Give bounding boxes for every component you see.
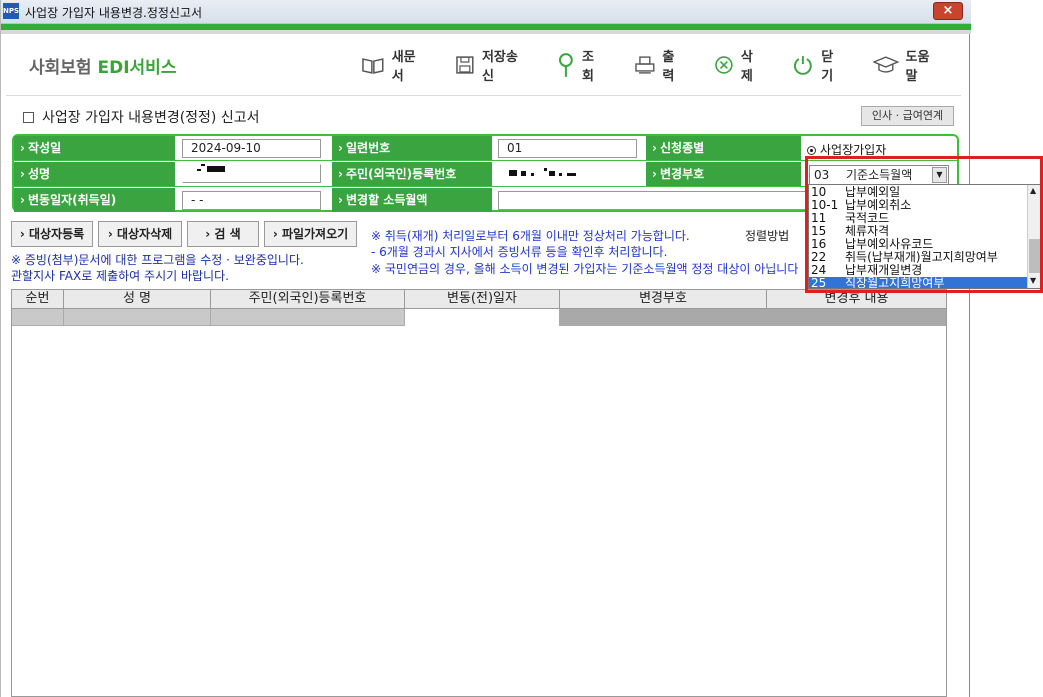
delete-button[interactable]: 삭제 <box>714 50 764 84</box>
redacted-mark <box>531 173 534 176</box>
label-resident-id: 주민(외국인)등록번호 <box>332 162 492 186</box>
redacted-mark <box>559 173 562 176</box>
register-subject-button[interactable]: 대상자등록 <box>11 221 93 247</box>
printer-icon <box>634 56 655 74</box>
window-close-button[interactable]: × <box>933 2 963 20</box>
notice-right-line1: ※ 취득(재개) 처리일로부터 6개월 이내만 정상처리 가능합니다. <box>371 229 690 243</box>
power-icon <box>794 56 813 75</box>
table-cell[interactable] <box>12 309 64 326</box>
table-cell[interactable] <box>211 309 405 326</box>
table-cell[interactable] <box>560 309 946 326</box>
redacted-mark <box>549 171 555 176</box>
redacted-mark <box>567 173 576 176</box>
application-window: NPS 사업장 가입자 내용변경.정정신고서 × 사회보험 EDI서비스 새문서… <box>0 0 971 697</box>
save-send-label: 저장송신 <box>481 50 518 84</box>
notice-left-line1: ※ 증빙(첨부)문서에 대한 프로그램을 수정 · 보완중입니다. <box>11 253 304 267</box>
label-serial: 일련번호 <box>332 136 492 160</box>
logo-edi-text: EDI서비스 <box>97 58 177 78</box>
table-cell[interactable] <box>405 309 560 326</box>
window-title: 사업장 가입자 내용변경.정정신고서 <box>25 6 203 20</box>
table-row[interactable] <box>12 309 946 326</box>
floppy-disk-icon <box>456 56 474 74</box>
redacted-mark <box>509 170 517 176</box>
search-button[interactable]: 조회 <box>557 50 605 84</box>
close-label: 닫기 <box>821 50 834 84</box>
label-report-type: 신청종별 <box>646 136 801 160</box>
print-button[interactable]: 출력 <box>634 50 686 84</box>
search-subject-button[interactable]: 검 색 <box>187 221 259 247</box>
label-date: 작성일 <box>14 136 175 160</box>
print-label: 출력 <box>662 50 675 84</box>
table-cell[interactable] <box>64 309 211 326</box>
report-type-value: 사업장가입자 <box>820 143 887 157</box>
column-header-seq: 순번 <box>12 290 64 309</box>
main-toolbar: 새문서 저장송신 조회 출력 삭제 닫기 도움말 <box>361 50 969 84</box>
delete-label: 삭제 <box>740 50 753 84</box>
notice-right-line3: ※ 국민연금의 경우, 올해 소득이 변경된 가입자는 기준소득월액 정정 대상… <box>371 262 799 276</box>
graduation-cap-icon <box>872 56 899 73</box>
edi-service-logo: 사회보험 EDI서비스 <box>29 53 176 78</box>
remove-subject-button[interactable]: 대상자삭제 <box>98 221 182 247</box>
search-label: 조회 <box>582 50 595 84</box>
close-button[interactable]: 닫기 <box>792 50 844 84</box>
subject-table: 순번 성 명 주민(외국인)등록번호 변동(전)일자 변경부호 변경후 내용 <box>11 289 947 697</box>
redacted-mark <box>544 168 547 171</box>
nps-app-icon: NPS <box>3 3 19 19</box>
header-divider <box>1 30 971 34</box>
notice-left-line2: 관할지사 FAX로 제출하여 주시기 바랍니다. <box>11 269 229 283</box>
income-field[interactable] <box>498 191 806 210</box>
label-change-date: 변동일자(취득일) <box>14 188 175 212</box>
import-file-button[interactable]: 파일가져오기 <box>264 221 357 247</box>
radio-selected-icon <box>807 146 816 155</box>
redacted-mark <box>207 166 225 172</box>
new-document-label: 새문서 <box>391 50 416 84</box>
help-button[interactable]: 도움말 <box>872 50 941 84</box>
redacted-mark <box>201 164 205 166</box>
redacted-mark <box>521 171 526 176</box>
label-change-code: 변경부호 <box>646 162 801 186</box>
delete-circle-icon <box>715 56 733 74</box>
logo-text: 사회보험 <box>29 58 98 78</box>
save-send-button[interactable]: 저장송신 <box>455 50 529 84</box>
label-income: 변경할 소득월액 <box>332 188 492 212</box>
form-title-text: 사업장 가입자 내용변경(정정) 신고서 <box>42 110 260 126</box>
column-header-resident-id: 주민(외국인)등록번호 <box>211 290 405 309</box>
help-label: 도움말 <box>905 50 930 84</box>
column-header-change-code: 변경부호 <box>560 290 767 309</box>
column-header-name: 성 명 <box>64 290 211 309</box>
redacted-mark <box>197 169 201 171</box>
change-date-field[interactable]: - - <box>182 191 321 210</box>
toolbar-divider <box>6 95 961 96</box>
sort-method-label: 정렬방법 <box>745 229 790 243</box>
serial-number-field[interactable]: 01 <box>498 139 637 158</box>
location-pin-icon <box>559 53 574 77</box>
title-bar: NPS 사업장 가입자 내용변경.정정신고서 × <box>1 0 971 24</box>
form-title: 사업장 가입자 내용변경(정정) 신고서 <box>23 107 259 127</box>
notice-right-line2: - 6개월 경과시 지사에서 증빙서류 등을 확인후 처리합니다. <box>371 245 668 259</box>
open-book-icon <box>362 58 384 74</box>
column-header-change-date: 변동(전)일자 <box>405 290 560 309</box>
name-field[interactable] <box>182 164 321 183</box>
highlight-annotation-box <box>805 156 1043 293</box>
new-document-button[interactable]: 새문서 <box>361 50 427 84</box>
label-name: 성명 <box>14 162 175 186</box>
document-icon <box>23 112 34 123</box>
date-field[interactable]: 2024-09-10 <box>182 139 321 158</box>
hr-payroll-link-button[interactable]: 인사 · 급여연계 <box>861 106 954 126</box>
